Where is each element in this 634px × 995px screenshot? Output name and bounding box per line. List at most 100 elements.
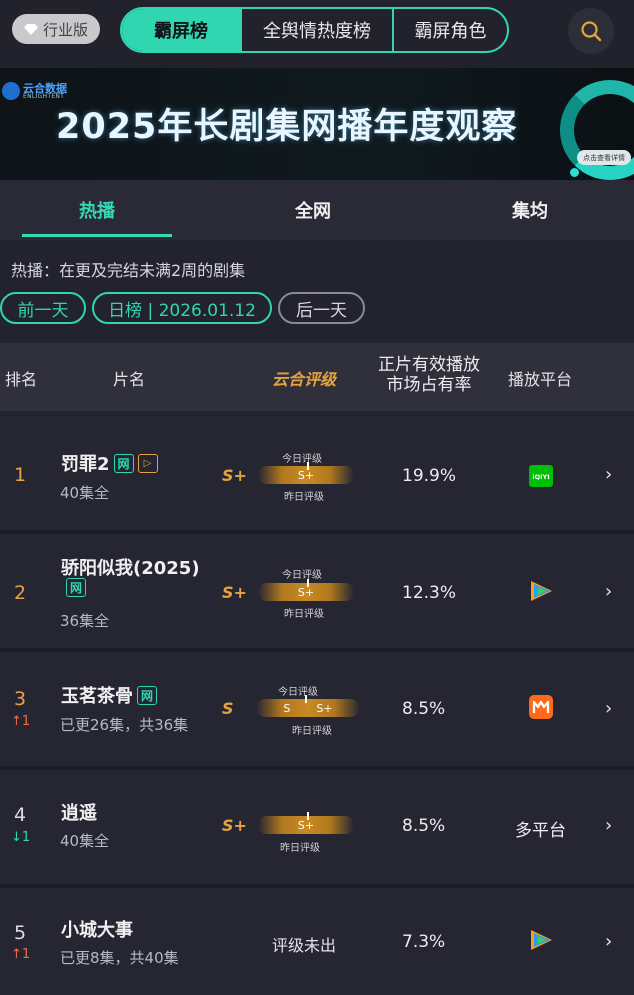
rank-number: 5: [14, 922, 27, 944]
grade-marker: [307, 579, 309, 587]
grade-value: S+: [222, 583, 247, 602]
show-title[interactable]: 骄阳似我(2025): [61, 554, 200, 580]
yesterday-grade-label: 昨日评级: [292, 726, 332, 737]
episode-info: 36集全: [60, 612, 110, 630]
header-share: 正片有效播放 市场占有率: [378, 355, 480, 395]
show-title[interactable]: 逍遥: [61, 799, 97, 825]
header-rank: 排名: [5, 370, 38, 389]
tab-hot-airing[interactable]: 热播: [22, 180, 172, 240]
table-row[interactable]: 5 ↑1 小城大事 已更8集，共40集 评级未出 7.3% ›: [0, 888, 634, 995]
search-button[interactable]: [568, 8, 614, 54]
net-badge: 网: [137, 685, 157, 705]
grade-marker: [305, 695, 307, 703]
tencent-video-icon: [528, 929, 554, 951]
ring-graphic: [560, 80, 634, 180]
table-row[interactable]: 3 ↑1 玉茗茶骨 网 已更26集，共36集 S 今日评级 S S+ 昨日评级 8…: [0, 652, 634, 766]
grade-bar: S S+: [256, 695, 360, 717]
header-share-line1: 正片有效播放: [378, 355, 480, 375]
chevron-right-icon[interactable]: ›: [605, 815, 612, 836]
platform-multi: 多平台: [515, 821, 566, 841]
episode-info: 40集全: [60, 484, 110, 502]
market-share: 7.3%: [402, 932, 446, 952]
iqiyi-logo-text: iQIYI: [532, 473, 549, 481]
banner-title: 2025年长剧集网播年度观察: [56, 107, 518, 147]
industry-version-label: 行业版: [42, 20, 88, 39]
rank-trend: ↑1: [11, 947, 31, 962]
market-share: 8.5%: [402, 699, 446, 719]
header-platform: 播放平台: [508, 370, 573, 389]
chevron-right-icon[interactable]: ›: [605, 464, 612, 485]
table-row[interactable]: 2 骄阳似我(2025) 网 36集全 S+ 今日评级 S+ 昨日评级 12.3…: [0, 534, 634, 648]
tab-public-opinion-rank[interactable]: 全舆情热度榜: [240, 9, 392, 51]
grade-value: S: [222, 699, 234, 718]
show-title-text: 罚罪2: [61, 454, 110, 475]
date-selector[interactable]: 日榜 | 2026.01.12: [92, 292, 272, 324]
yesterday-grade-label: 昨日评级: [284, 609, 324, 620]
grade-not-available: 评级未出: [272, 936, 337, 955]
view-details-button[interactable]: 点击查看详情: [577, 150, 631, 165]
ring-dot: [570, 168, 579, 177]
brand-name: 云合数据: [23, 81, 67, 95]
tab-all-network[interactable]: 全网: [238, 180, 388, 240]
filter-description: 热播：在更及完结未满2周的剧集: [11, 261, 246, 280]
rank-trend: ↓1: [11, 830, 31, 845]
chevron-right-icon[interactable]: ›: [605, 931, 612, 952]
show-title[interactable]: 小城大事: [61, 916, 133, 942]
episode-info: 已更26集，共36集: [60, 716, 189, 734]
grade-bar-label: S+: [297, 468, 315, 482]
rank-number: 1: [14, 464, 27, 486]
grade-bar-label-yesterday: S+: [316, 701, 333, 715]
rank-number: 4: [14, 804, 27, 826]
grade-value: S+: [222, 466, 247, 485]
tab-episode-average[interactable]: 集均: [455, 180, 605, 240]
episode-info: 40集全: [60, 832, 110, 850]
grade-bar-label: S: [283, 701, 291, 715]
grade-bar: S+: [258, 812, 354, 834]
chevron-right-icon[interactable]: ›: [605, 698, 612, 719]
grade-bar: S+: [258, 462, 354, 484]
mango-tv-icon: [528, 695, 554, 719]
industry-version-button[interactable]: 行业版: [12, 14, 100, 44]
tab-dominance-rank[interactable]: 霸屏榜: [122, 9, 240, 51]
today-grade-label: 今日评级: [282, 454, 322, 465]
market-share: 8.5%: [402, 816, 446, 836]
search-icon: [581, 21, 602, 42]
prev-day-button[interactable]: 前一天: [0, 292, 86, 324]
table-row[interactable]: 1 罚罪2 网 ▷ 40集全 S+ 今日评级 S+ 昨日评级 19.9% iQI…: [0, 416, 634, 530]
market-share: 19.9%: [402, 466, 457, 486]
table-header: 排名 片名 云合评级 正片有效播放 市场占有率 播放平台: [0, 343, 634, 411]
header-grade: 云合评级: [272, 370, 337, 389]
diamond-icon: [23, 23, 38, 35]
top-bar: 行业版 霸屏榜 全舆情热度榜 霸屏角色: [0, 0, 634, 68]
promo-banner[interactable]: 云合数据 ENLIGHTENT 2025年长剧集网播年度观察 点击查看详情: [0, 68, 634, 180]
grade-bar-label: S+: [297, 818, 315, 832]
show-title-text: 逍遥: [61, 803, 97, 824]
show-title[interactable]: 玉茗茶骨 网: [61, 682, 157, 708]
market-share: 12.3%: [402, 583, 457, 603]
iqiyi-icon: iQIYI: [528, 465, 554, 487]
tencent-video-icon: [528, 580, 554, 602]
show-title[interactable]: 罚罪2 网 ▷: [61, 450, 158, 476]
grade-marker: [307, 462, 309, 470]
episode-info: 已更8集，共40集: [60, 949, 179, 967]
grade-bar-label: S+: [297, 585, 315, 599]
grade-bar: S+: [258, 579, 354, 601]
grade-value: S+: [222, 816, 247, 835]
rank-number: 3: [14, 688, 27, 710]
next-day-button[interactable]: 后一天: [278, 292, 365, 324]
show-title-text: 玉茗茶骨: [61, 686, 133, 707]
show-title-text: 小城大事: [61, 920, 133, 941]
rank-trend: ↑1: [11, 714, 31, 729]
ranking-segment: 霸屏榜 全舆情热度榜 霸屏角色: [120, 7, 509, 53]
header-title: 片名: [113, 370, 146, 389]
table-row[interactable]: 4 ↓1 逍遥 40集全 S+ S+ 昨日评级 8.5% 多平台 ›: [0, 770, 634, 884]
tab-dominance-roles[interactable]: 霸屏角色: [392, 9, 507, 51]
show-title-text: 骄阳似我(2025): [61, 558, 200, 579]
sub-tabs: 热播 全网 集均: [0, 180, 634, 240]
grade-marker: [307, 812, 309, 820]
chevron-right-icon[interactable]: ›: [605, 581, 612, 602]
rank-number: 2: [14, 582, 27, 604]
net-badge: 网: [113, 453, 134, 473]
net-badge: 网: [66, 578, 86, 597]
header-share-line2: 市场占有率: [386, 375, 472, 395]
